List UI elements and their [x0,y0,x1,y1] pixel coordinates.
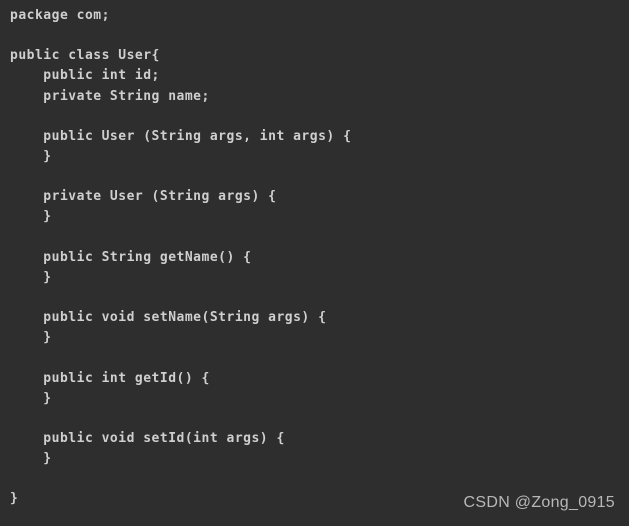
code-block: package com; public class User{ public i… [0,0,629,520]
code-line: } [10,391,52,406]
code-line: package com; [10,8,110,23]
code-line: } [10,149,52,164]
code-line: public class User{ [10,48,160,63]
watermark-text: CSDN @Zong_0915 [464,491,615,516]
code-line: public String getName() { [10,250,251,265]
code-line: } [10,270,52,285]
code-line: private User (String args) { [10,189,276,204]
code-line: public User (String args, int args) { [10,129,351,144]
code-line: public void setName(String args) { [10,310,326,325]
code-line: private String name; [10,89,210,104]
code-line: public void setId(int args) { [10,431,285,446]
code-line: public int getId() { [10,371,210,386]
code-line: } [10,451,52,466]
code-line: } [10,330,52,345]
code-line: } [10,209,52,224]
code-line: } [10,491,18,506]
code-line: public int id; [10,68,160,83]
